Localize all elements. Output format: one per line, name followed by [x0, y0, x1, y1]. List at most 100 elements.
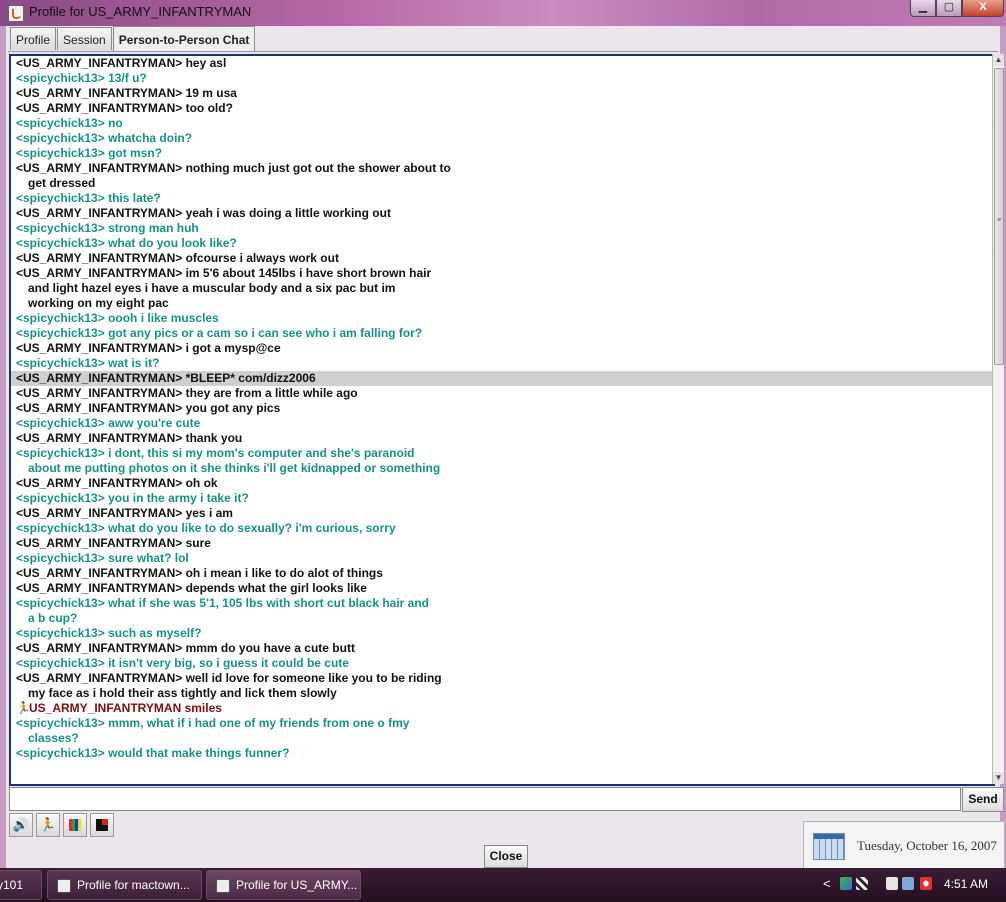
chat-line: <spicychick13> this late? [11, 191, 993, 206]
chat-line: <US_ARMY_INFANTRYMAN> nothing much just … [11, 161, 993, 176]
chat-line-text: <US_ARMY_INFANTRYMAN> i got a mysp@ce [16, 341, 281, 355]
chat-line: <spicychick13> whatcha doin? [11, 131, 993, 146]
chat-line: about me putting photos on it she thinks… [11, 461, 993, 476]
java-app-icon [57, 878, 71, 893]
scroll-thumb[interactable]: ≡ [994, 68, 1004, 365]
text-color-button[interactable] [63, 813, 87, 837]
chat-line-text: classes? [28, 731, 79, 745]
chat-line: <spicychick13> you in the army i take it… [11, 491, 993, 506]
tab-profile[interactable]: Profile [10, 27, 57, 50]
chat-line: my face as i hold their ass tightly and … [11, 686, 993, 701]
notepad-tray-icon[interactable] [886, 877, 898, 890]
java-app-icon [216, 878, 230, 893]
checker-tray-icon[interactable] [856, 877, 868, 890]
chat-line-text: <US_ARMY_INFANTRYMAN> nothing much just … [16, 161, 451, 175]
chat-line-text: <spicychick13> mmm, what if i had one of… [16, 716, 410, 730]
chat-line: <US_ARMY_INFANTRYMAN> 19 m usa [11, 86, 993, 101]
chat-line: get dressed [11, 176, 993, 191]
message-input-box[interactable] [9, 787, 961, 811]
chat-line: <US_ARMY_INFANTRYMAN> well id love for s… [11, 671, 993, 686]
tray-expand-chevron[interactable]: < [823, 876, 831, 891]
chat-line-text: <spicychick13> got msn? [16, 146, 163, 160]
chat-line-text: <US_ARMY_INFANTRYMAN> im 5'6 about 145lb… [16, 266, 432, 280]
color-bars-icon [69, 819, 81, 831]
chat-line-text: <spicychick13> it isn't very big, so i g… [16, 656, 349, 670]
chat-line-text: <spicychick13> aww you're cute [16, 416, 201, 430]
chat-line-text: <spicychick13> got any pics or a cam so … [16, 326, 423, 340]
chat-line: <US_ARMY_INFANTRYMAN> *BLEEP* com/dizz20… [11, 371, 993, 386]
chat-line: and light hazel eyes i have a muscular b… [11, 281, 993, 296]
taskbar-item-label: Profile for mactown... [77, 878, 190, 892]
window-controls: ▁ ▢ X [910, 0, 1004, 18]
chat-transcript[interactable]: <US_ARMY_INFANTRYMAN> hey asl <spicychick… [9, 54, 995, 786]
taskbar-item[interactable]: y101 [0, 870, 42, 900]
chat-line: <spicychick13> wat is it? [11, 356, 993, 371]
chat-line: <spicychick13> oooh i like muscles [11, 311, 993, 326]
message-input[interactable] [14, 788, 958, 810]
chat-line: <US_ARMY_INFANTRYMAN> oh i mean i like t… [11, 566, 993, 581]
close-button[interactable]: Close [484, 845, 528, 868]
send-button[interactable]: Send [962, 787, 1004, 812]
chat-line-text: <spicychick13> such as myself? [16, 626, 202, 640]
calendar-icon [813, 833, 845, 860]
scroll-grip-icon: ≡ [997, 217, 1002, 224]
chat-line: <spicychick13> it isn't very big, so i g… [11, 656, 993, 671]
chat-line-text: <spicychick13> whatcha doin? [16, 131, 193, 145]
chat-line: <spicychick13> sure what? lol [11, 551, 993, 566]
chat-line-text: <US_ARMY_INFANTRYMAN> you got any pics [16, 401, 281, 415]
chat-line-text: <spicychick13> what do you like to do se… [16, 521, 396, 535]
taskbar-item[interactable]: Profile for mactown... [47, 870, 202, 900]
chat-line-text: <US_ARMY_INFANTRYMAN> well id love for s… [16, 671, 442, 685]
maximize-button[interactable]: ▢ [936, 0, 962, 17]
java-app-icon [8, 5, 24, 22]
chat-line: <US_ARMY_INFANTRYMAN> you got any pics [11, 401, 993, 416]
action-walk-icon: 🏃 [16, 701, 31, 715]
chat-line-text: get dressed [28, 176, 96, 190]
volume-muted-icon[interactable] [920, 877, 932, 890]
system-tray: < 4:51 AM [820, 868, 1006, 902]
chat-line: <spicychick13> no [11, 116, 993, 131]
background-color-button[interactable] [90, 813, 114, 837]
window-title-bar[interactable]: Profile for US_ARMY_INFANTRYMAN ▁ ▢ X [0, 0, 1006, 26]
chat-line-text: <spicychick13> 13/f u? [16, 71, 147, 85]
chat-line: <spicychick13> would that make things fu… [11, 746, 993, 761]
chat-line-text: <US_ARMY_INFANTRYMAN> oh i mean i like t… [16, 566, 383, 580]
action-walk-icon[interactable]: 🏃 [36, 813, 60, 837]
chat-line: <US_ARMY_INFANTRYMAN> depends what the g… [11, 581, 993, 596]
chat-line: <spicychick13> mmm, what if i had one of… [11, 716, 993, 731]
chat-line: a b cup? [11, 611, 993, 626]
chat-scrollbar[interactable]: ▲ ≡ ▼ [992, 54, 1004, 784]
date-tooltip: Tuesday, October 16, 2007 [803, 821, 1005, 869]
tab-strip: Profile Session Person-to-Person Chat [10, 26, 256, 51]
chat-line-text: <spicychick13> would that make things fu… [16, 746, 290, 760]
close-window-button[interactable]: X [962, 0, 1004, 17]
chat-line: <spicychick13> what do you like to do se… [11, 521, 993, 536]
chat-line-text: <US_ARMY_INFANTRYMAN> depends what the g… [16, 581, 367, 595]
chat-line: <US_ARMY_INFANTRYMAN> im 5'6 about 145lb… [11, 266, 993, 281]
scroll-up-arrow[interactable]: ▲ [993, 54, 1004, 66]
chat-line: <US_ARMY_INFANTRYMAN> thank you [11, 431, 993, 446]
tab-session[interactable]: Session [57, 27, 112, 50]
tab-person-to-person-chat[interactable]: Person-to-Person Chat [112, 26, 256, 51]
chat-line-text: <spicychick13> i dont, this si my mom's … [16, 446, 415, 460]
chat-line: <US_ARMY_INFANTRYMAN> i got a mysp@ce [11, 341, 993, 356]
chat-line-text: <US_ARMY_INFANTRYMAN> hey asl [16, 56, 227, 70]
monitor-tray-icon[interactable] [902, 877, 914, 890]
window-border-left [0, 26, 6, 868]
network-tray-icon[interactable] [840, 877, 852, 890]
chat-line: classes? [11, 731, 993, 746]
minimize-button[interactable]: ▁ [910, 0, 936, 17]
chat-line: <spicychick13> what if she was 5'1, 105 … [11, 596, 993, 611]
scroll-down-arrow[interactable]: ▼ [993, 772, 1004, 784]
tab-divider [8, 51, 998, 52]
chat-line-text: US_ARMY_INFANTRYMAN smiles [29, 701, 222, 715]
date-text: Tuesday, October 16, 2007 [857, 838, 997, 853]
taskbar-clock[interactable]: 4:51 AM [944, 877, 988, 891]
taskbar-item-active[interactable]: Profile for US_ARMY... [206, 870, 361, 900]
sound-icon[interactable]: 🔊 [9, 813, 33, 837]
chat-line-text: a b cup? [28, 611, 78, 625]
chat-line: <US_ARMY_INFANTRYMAN> too old? [11, 101, 993, 116]
chat-line: <US_ARMY_INFANTRYMAN> yes i am [11, 506, 993, 521]
chat-line: <US_ARMY_INFANTRYMAN> hey asl [11, 56, 993, 71]
chat-line-text: <spicychick13> wat is it? [16, 356, 160, 370]
